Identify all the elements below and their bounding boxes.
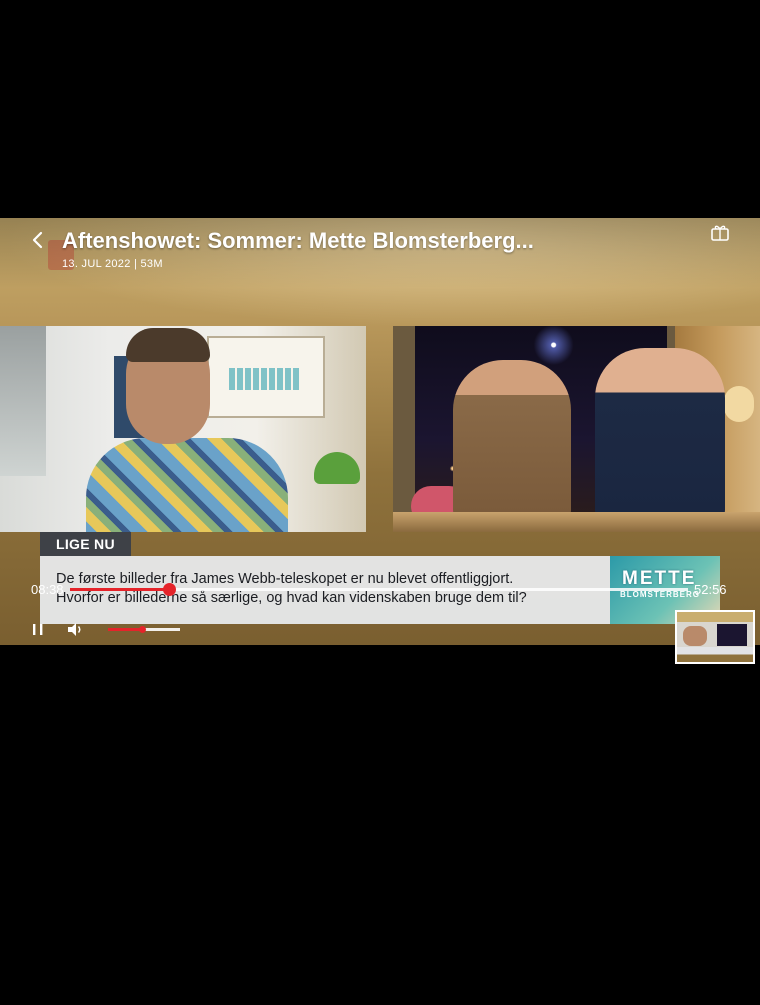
progress-fill	[70, 588, 169, 591]
studio-desk	[393, 512, 760, 532]
cast-button[interactable]	[710, 224, 730, 242]
progress-bar[interactable]	[70, 583, 688, 596]
video-feed-guest	[0, 326, 366, 532]
thumb-studio	[717, 624, 747, 646]
video-player[interactable]: LIGE NU De første billeder fra James Web…	[0, 218, 760, 645]
host-male	[595, 348, 725, 520]
volume-button[interactable]	[66, 621, 84, 638]
video-meta: 13. JUL 2022 | 53M	[62, 258, 163, 270]
periodic-table-poster	[207, 336, 325, 418]
progress-knob[interactable]	[162, 583, 176, 596]
guest-shirt	[86, 438, 288, 532]
preview-thumbnail[interactable]	[675, 610, 755, 664]
volume-fill	[108, 628, 142, 631]
current-time: 08:38	[31, 582, 64, 597]
thumb-guest	[683, 626, 707, 646]
back-button[interactable]	[28, 230, 48, 250]
volume-knob[interactable]	[138, 626, 146, 633]
show-logo-text: METTE	[622, 568, 697, 589]
host-female	[453, 360, 571, 520]
pause-icon	[33, 624, 43, 635]
video-title: Aftenshowet: Sommer: Mette Blomsterberg.…	[62, 228, 534, 253]
chevron-left-icon	[32, 231, 43, 249]
bike-helmet	[314, 452, 360, 484]
volume-slider[interactable]	[108, 626, 180, 633]
total-time: 52:56	[694, 582, 727, 597]
pause-button[interactable]	[31, 622, 45, 637]
ticker-line-2: Hvorfor er billederne så særlige, og hva…	[56, 590, 527, 606]
video-feed-studio	[393, 326, 760, 532]
lower-third: LIGE NU De første billeder fra James Web…	[40, 532, 720, 624]
guest-hair	[126, 328, 210, 362]
volume-icon	[68, 623, 81, 636]
show-logo-subtext: BLOMSTERBERG	[620, 590, 700, 599]
ticker-line-1: De første billeder fra James Webb-telesk…	[56, 571, 514, 587]
studio-lamp	[724, 386, 754, 422]
chromecast-icon	[711, 225, 729, 241]
live-now-label: LIGE NU	[40, 532, 131, 556]
window	[0, 326, 46, 476]
